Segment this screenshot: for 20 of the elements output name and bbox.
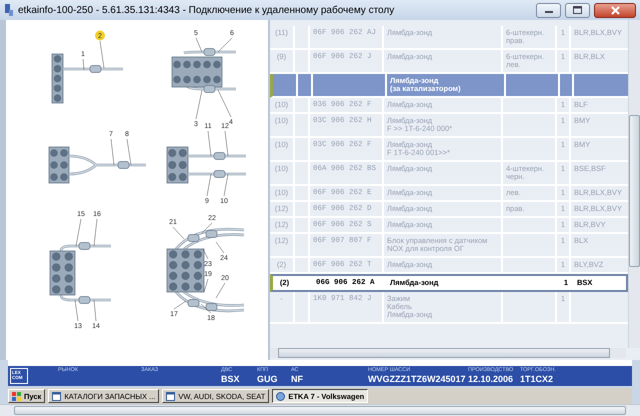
close-icon [610,6,620,14]
remote-desktop-icon [4,4,14,16]
window-horizontal-scrollbar[interactable] [14,406,626,415]
field-value: GUG [257,374,279,384]
maximize-button[interactable] [565,2,590,18]
globe-icon [276,392,286,400]
vertical-scrollbar[interactable] [628,20,640,348]
window-icon [52,392,62,400]
maximize-icon [573,6,582,14]
field-value: WVGZZZ1TZ6W245017 [368,374,467,384]
field-value: 1T1CX2 [520,374,554,384]
horizontal-scrollbar[interactable] [270,348,626,358]
field-value: 12.10.2006 [468,374,514,384]
window-icon [166,392,176,400]
close-button[interactable] [594,2,636,18]
windows-logo-icon [12,392,21,400]
minimize-button[interactable] [536,2,561,18]
window-title: etkainfo-100-250 - 5.61.35.131:4343 - Подключение к удаленному рабочему столу [18,4,396,16]
field-value: BSX [221,374,241,384]
field-value: NF [291,374,304,384]
